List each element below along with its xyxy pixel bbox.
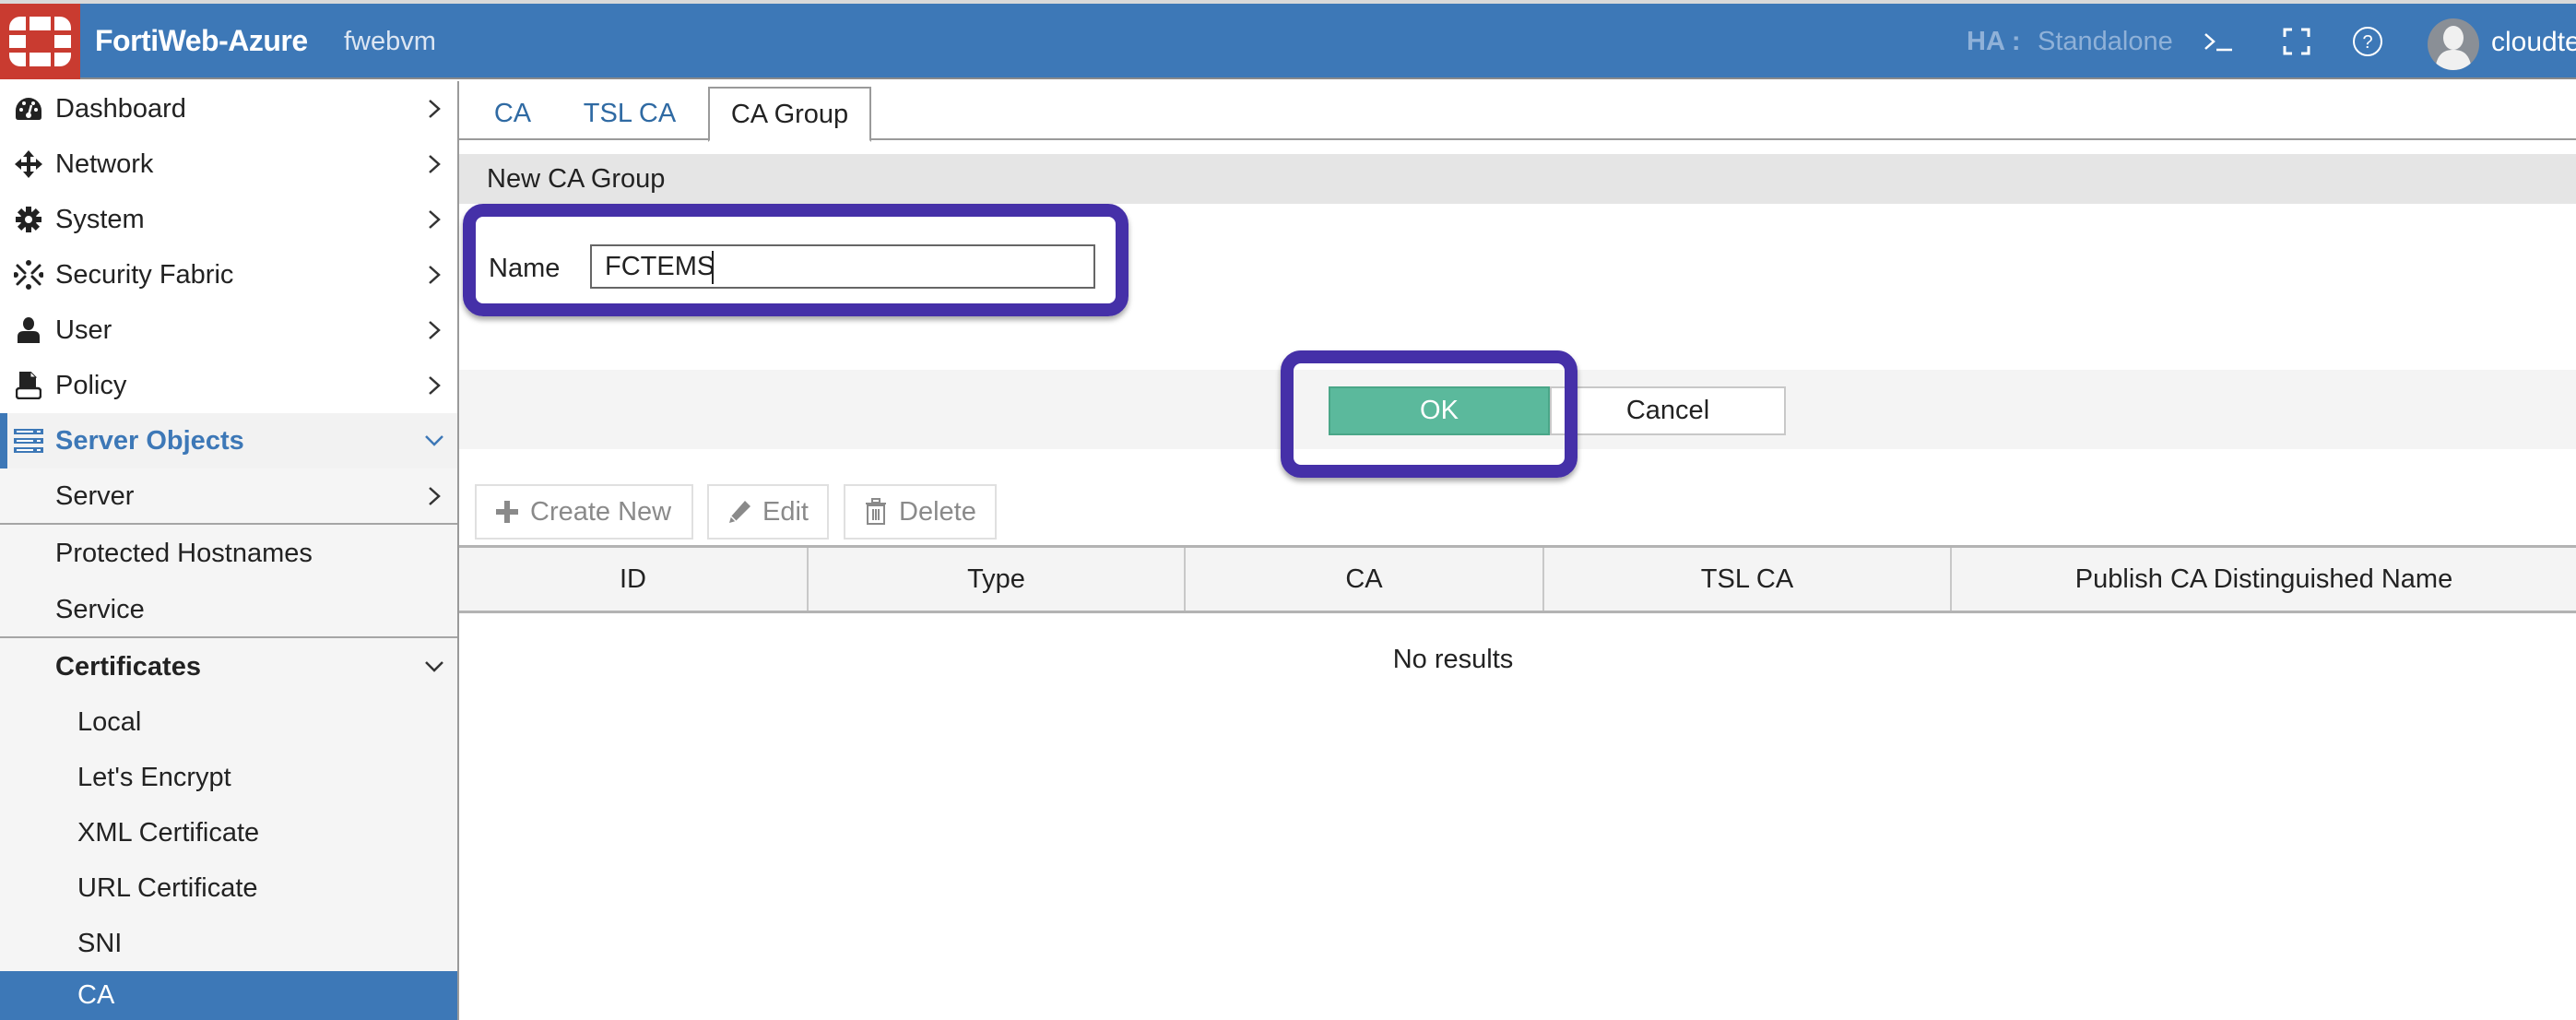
- top-header: FortiWeb-Azure fwebvm HA : Standalone ? …: [0, 4, 2576, 79]
- sidebar-item-policy[interactable]: Policy: [0, 358, 457, 413]
- sidebar-divider: [0, 523, 457, 525]
- tab-tsl-ca[interactable]: TSL CA: [579, 87, 680, 140]
- delete-label: Delete: [899, 496, 976, 527]
- column-header-id[interactable]: ID: [459, 548, 809, 611]
- sidebar-item-sni[interactable]: SNI: [0, 916, 457, 971]
- svg-text:?: ?: [2362, 32, 2372, 53]
- sidebar: Dashboard Network System Security Fabric…: [0, 81, 459, 1020]
- sidebar-item-label: SNI: [77, 928, 123, 958]
- chevron-right-icon: [424, 154, 444, 174]
- sidebar-item-label: Network: [55, 148, 154, 179]
- gear-icon: [13, 204, 44, 235]
- network-arrows-icon: [13, 148, 44, 180]
- ha-status: Standalone: [2038, 27, 2173, 56]
- no-results-text: No results: [1392, 645, 1514, 674]
- sidebar-item-label: CA: [77, 980, 115, 1010]
- create-new-button[interactable]: Create New: [475, 484, 693, 540]
- sidebar-item-url-certificate[interactable]: URL Certificate: [0, 860, 457, 916]
- chevron-right-icon: [424, 265, 444, 285]
- chevron-right-icon: [424, 486, 444, 506]
- sidebar-item-label: Policy: [55, 370, 127, 400]
- sidebar-item-dashboard[interactable]: Dashboard: [0, 81, 457, 136]
- sidebar-item-label: Server: [55, 480, 135, 511]
- fullscreen-icon[interactable]: [2277, 22, 2316, 61]
- chevron-down-icon: [424, 657, 444, 677]
- sidebar-item-label: Security Fabric: [55, 259, 234, 290]
- sidebar-item-label: Server Objects: [55, 425, 244, 456]
- sidebar-item-label: XML Certificate: [77, 817, 260, 848]
- tab-ca[interactable]: CA: [487, 87, 538, 140]
- sidebar-item-local[interactable]: Local: [0, 694, 457, 750]
- column-header-ca[interactable]: CA: [1186, 548, 1544, 611]
- sidebar-item-service[interactable]: Service: [0, 582, 457, 637]
- pencil-icon: [726, 498, 753, 526]
- column-header-type[interactable]: Type: [809, 548, 1186, 611]
- chevron-right-icon: [424, 375, 444, 396]
- sidebar-item-system[interactable]: System: [0, 192, 457, 247]
- policy-icon: [13, 370, 44, 401]
- sidebar-item-protected-hostnames[interactable]: Protected Hostnames: [0, 526, 457, 581]
- sidebar-item-server[interactable]: Server: [0, 468, 457, 524]
- sidebar-item-network[interactable]: Network: [0, 136, 457, 192]
- tab-ca-group[interactable]: CA Group: [708, 87, 871, 142]
- sidebar-divider: [0, 636, 457, 638]
- sidebar-item-label: Certificates: [55, 651, 201, 682]
- table-header: ID Type CA TSL CA Publish CA Distinguish…: [459, 545, 2576, 613]
- name-label: Name: [489, 254, 561, 283]
- chevron-right-icon: [424, 209, 444, 230]
- sidebar-item-label: Local: [77, 706, 142, 737]
- chevron-right-icon: [424, 99, 444, 119]
- column-header-publish-ca-dn[interactable]: Publish CA Distinguished Name: [1952, 548, 2576, 611]
- section-title: New CA Group: [487, 164, 666, 194]
- app-title: FortiWeb-Azure: [95, 24, 308, 57]
- edit-button[interactable]: Edit: [707, 484, 829, 540]
- dashboard-icon: [13, 93, 44, 125]
- sidebar-item-label: User: [55, 314, 112, 345]
- sidebar-item-security-fabric[interactable]: Security Fabric: [0, 247, 457, 302]
- user-icon: [13, 314, 44, 346]
- section-header: New CA Group: [459, 154, 2576, 204]
- server-icon: [13, 425, 44, 457]
- trash-icon: [862, 498, 890, 526]
- name-input[interactable]: [590, 244, 1095, 289]
- security-fabric-icon: [13, 259, 44, 291]
- tab-bar: CA TSL CA CA Group: [459, 81, 2576, 142]
- user-avatar-icon[interactable]: [2428, 18, 2479, 70]
- edit-label: Edit: [762, 496, 809, 527]
- fortinet-logo-icon[interactable]: [0, 4, 80, 79]
- sidebar-item-user[interactable]: User: [0, 302, 457, 358]
- plus-icon: [493, 498, 521, 526]
- ha-label: HA :: [1967, 27, 2021, 56]
- cancel-button[interactable]: Cancel: [1550, 386, 1786, 435]
- sidebar-item-label: System: [55, 204, 145, 234]
- text-caret: [712, 251, 714, 284]
- chevron-right-icon: [424, 320, 444, 340]
- main-content: CA TSL CA CA Group New CA Group Name OK …: [459, 81, 2576, 1020]
- hostname: fwebvm: [344, 27, 436, 56]
- sidebar-item-label: Service: [55, 594, 145, 624]
- empty-state: No results: [459, 645, 2576, 675]
- sidebar-item-certificates[interactable]: Certificates: [0, 639, 457, 694]
- column-header-tsl-ca[interactable]: TSL CA: [1544, 548, 1952, 611]
- active-indicator: [0, 413, 7, 468]
- delete-button[interactable]: Delete: [844, 484, 997, 540]
- sidebar-item-label: Dashboard: [55, 93, 186, 124]
- ok-button[interactable]: OK: [1329, 386, 1550, 435]
- sidebar-item-ca[interactable]: CA: [0, 971, 457, 1020]
- username[interactable]: cloudte: [2491, 27, 2576, 58]
- sidebar-item-label: Protected Hostnames: [55, 538, 313, 568]
- help-icon[interactable]: ?: [2347, 22, 2388, 61]
- terminal-icon[interactable]: [2198, 22, 2239, 61]
- sidebar-item-xml-certificate[interactable]: XML Certificate: [0, 805, 457, 860]
- create-new-label: Create New: [530, 496, 672, 527]
- sidebar-item-label: URL Certificate: [77, 872, 258, 903]
- sidebar-item-server-objects[interactable]: Server Objects: [0, 413, 457, 468]
- sidebar-item-lets-encrypt[interactable]: Let's Encrypt: [0, 750, 457, 805]
- sidebar-item-label: Let's Encrypt: [77, 762, 231, 792]
- chevron-down-icon: [424, 431, 444, 451]
